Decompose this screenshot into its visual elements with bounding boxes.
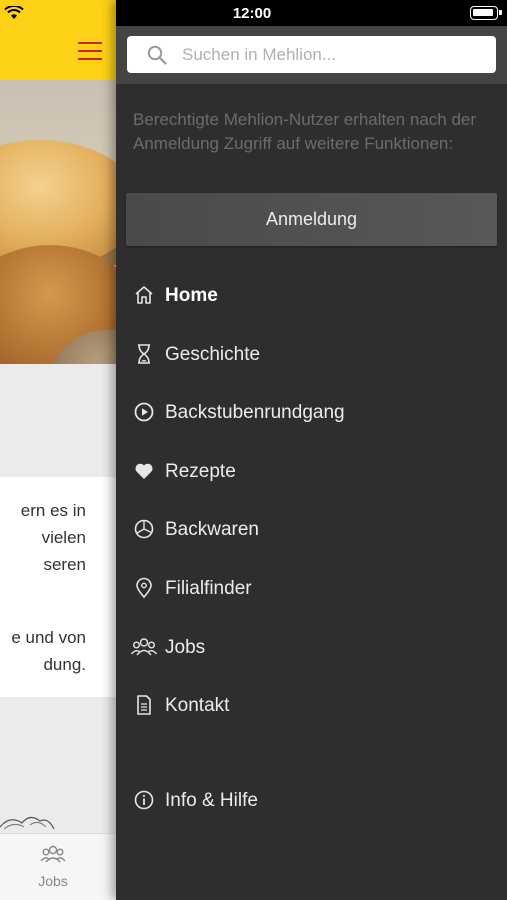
menu-item-label: Backstubenrundgang xyxy=(165,402,345,423)
login-notice: Berechtigte Mehlion-Nutzer erhalten nach… xyxy=(133,110,477,153)
app-header xyxy=(0,0,116,80)
status-bar: 12:00 xyxy=(116,0,507,26)
tab-jobs-label: Jobs xyxy=(38,873,68,889)
info-icon xyxy=(134,790,154,810)
menu-item-jobs[interactable]: Jobs xyxy=(116,623,507,673)
map-pin-icon xyxy=(136,577,152,599)
menu-item-label: Geschichte xyxy=(165,344,261,365)
menu-item-label: Home xyxy=(165,285,218,306)
home-icon xyxy=(135,286,153,304)
background-app: ern es in vielen seren e und von dung. J… xyxy=(0,0,116,900)
intro-paragraph-1: ern es in vielen seren xyxy=(20,501,86,574)
menu-item-rezepte[interactable]: Rezepte xyxy=(116,447,507,497)
menu-item-backwaren[interactable]: Backwaren xyxy=(116,505,507,555)
login-button[interactable]: Anmeldung xyxy=(126,193,497,246)
search-icon xyxy=(147,45,167,65)
menu-item-label: Backwaren xyxy=(165,519,259,540)
menu-item-label: Info & Hilfe xyxy=(165,790,258,811)
menu-item-home[interactable]: Home xyxy=(116,271,507,321)
menu-item-geschichte[interactable]: Geschichte xyxy=(116,330,507,380)
content-spacer xyxy=(0,364,116,477)
navigation-drawer: 12:00 Berechtigte Mehlion-Nutzer erhalte… xyxy=(116,0,507,900)
intro-paragraph-2: e und von dung. xyxy=(11,628,86,674)
people-icon xyxy=(131,638,157,656)
heart-icon xyxy=(135,463,153,479)
tab-jobs[interactable]: Jobs xyxy=(30,844,76,894)
menu-item-backstubenrundgang[interactable]: Backstubenrundgang xyxy=(116,388,507,438)
sketch-illustration xyxy=(0,697,116,833)
tab-bar: Jobs xyxy=(0,833,116,900)
menu-item-label: Filialfinder xyxy=(165,578,252,599)
hero-image xyxy=(0,80,116,364)
status-time: 12:00 xyxy=(232,5,272,22)
menu-item-label: Jobs xyxy=(165,637,206,658)
menu-item-label: Kontakt xyxy=(165,695,230,716)
search-bar xyxy=(116,26,507,84)
search-box[interactable] xyxy=(127,36,496,73)
menu-item-kontakt[interactable]: Kontakt xyxy=(116,681,507,731)
hourglass-icon xyxy=(138,344,150,364)
menu-item-info-hilfe[interactable]: Info & Hilfe xyxy=(116,776,507,826)
people-icon xyxy=(40,845,66,863)
pie-chart-icon xyxy=(134,519,154,539)
menu-item-filialfinder[interactable]: Filialfinder xyxy=(116,564,507,614)
hamburger-menu-icon[interactable] xyxy=(78,42,102,62)
play-circle-icon xyxy=(134,402,154,422)
menu-item-label: Rezepte xyxy=(165,461,236,482)
search-input[interactable] xyxy=(182,36,487,73)
document-icon xyxy=(137,695,151,715)
wifi-icon xyxy=(4,6,24,19)
battery-icon xyxy=(470,6,502,20)
intro-text: ern es in vielen seren e und von dung. xyxy=(0,477,116,697)
